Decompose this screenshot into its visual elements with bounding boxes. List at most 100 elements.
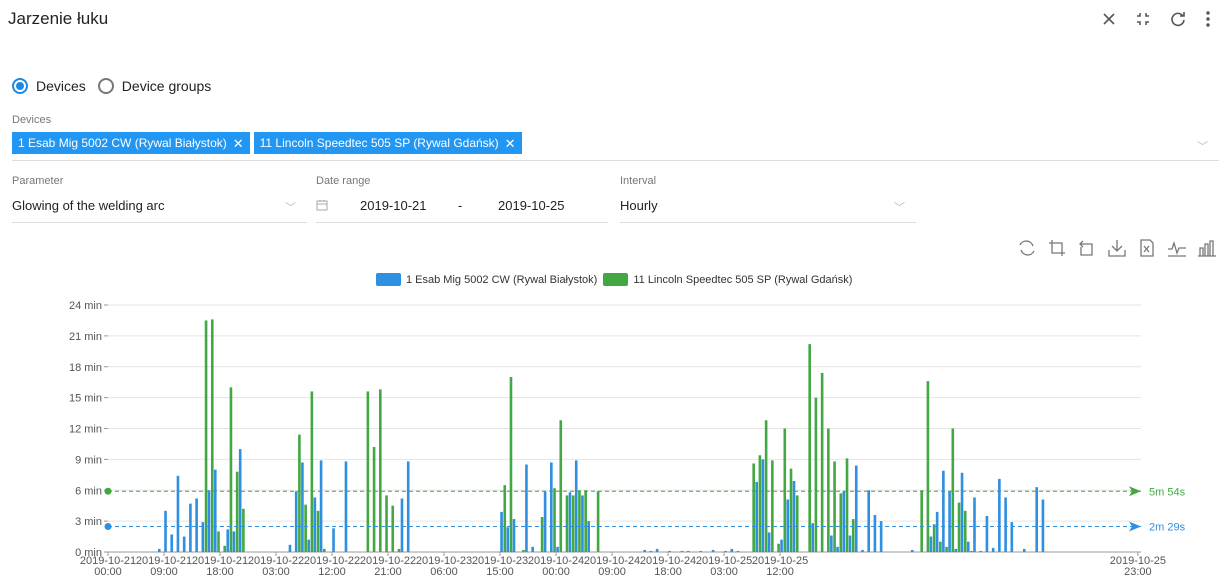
bar-series2[interactable] — [553, 488, 556, 552]
bar-series1[interactable] — [966, 541, 970, 552]
bar-series2[interactable] — [229, 387, 233, 552]
bar-series1[interactable] — [836, 546, 839, 552]
bar-series1[interactable] — [873, 514, 877, 552]
bar-series1[interactable] — [979, 550, 983, 552]
parameter-select[interactable]: Glowing of the welding arc — [12, 198, 164, 213]
bar-series2[interactable] — [596, 491, 600, 552]
bar-series2[interactable] — [963, 510, 967, 552]
bar-series1[interactable] — [512, 519, 516, 552]
collapse-icon[interactable] — [1135, 11, 1151, 27]
bar-series1[interactable] — [176, 475, 180, 552]
bar-series1[interactable] — [929, 536, 933, 552]
bar-series1[interactable] — [761, 459, 765, 552]
bar-series1[interactable] — [525, 464, 528, 552]
bar-series2[interactable] — [752, 463, 755, 552]
bar-series1[interactable] — [1041, 499, 1045, 552]
bar-series1[interactable] — [655, 548, 659, 552]
bar-series1[interactable] — [786, 499, 790, 552]
bar-series2[interactable] — [378, 389, 382, 552]
refresh-icon[interactable] — [1169, 10, 1187, 28]
bar-series2[interactable] — [571, 495, 575, 552]
bar-series1[interactable] — [985, 515, 989, 552]
bar-series2[interactable] — [584, 490, 587, 552]
bar-series2[interactable] — [783, 428, 787, 553]
more-vert-icon[interactable] — [1205, 10, 1211, 28]
bar-chart-icon[interactable] — [1197, 238, 1217, 258]
bar-series1[interactable] — [854, 465, 858, 552]
bar-series1[interactable] — [649, 550, 653, 552]
bar-series2[interactable] — [304, 504, 307, 552]
bar-series2[interactable] — [764, 420, 768, 552]
bar-series1[interactable] — [506, 527, 510, 552]
bar-series2[interactable] — [385, 495, 388, 552]
bar-series2[interactable] — [242, 508, 245, 552]
bar-series2[interactable] — [932, 524, 936, 552]
bar-series2[interactable] — [827, 428, 830, 553]
bar-series2[interactable] — [310, 391, 314, 552]
bar-series1[interactable] — [699, 550, 702, 552]
bar-series2[interactable] — [522, 549, 525, 552]
bar-series1[interactable] — [991, 547, 995, 552]
bar-series1[interactable] — [780, 539, 783, 552]
bar-series1[interactable] — [157, 548, 161, 552]
bar-series1[interactable] — [1022, 548, 1026, 552]
bar-series2[interactable] — [839, 493, 843, 552]
bar-series2[interactable] — [771, 460, 774, 552]
bar-series1[interactable] — [531, 546, 534, 552]
bar-series2[interactable] — [503, 485, 507, 552]
bar-series1[interactable] — [767, 532, 771, 552]
bar-series1[interactable] — [668, 550, 671, 552]
bar-series1[interactable] — [288, 544, 292, 552]
bar-series1[interactable] — [973, 497, 976, 552]
bar-series1[interactable] — [842, 491, 846, 552]
radio-devices[interactable] — [12, 78, 28, 94]
bar-series2[interactable] — [223, 545, 227, 552]
bar-series1[interactable] — [213, 469, 217, 552]
bar-series1[interactable] — [556, 546, 559, 552]
bar-series2[interactable] — [814, 397, 818, 552]
close-icon[interactable] — [1101, 11, 1117, 27]
bar-series1[interactable] — [942, 470, 945, 552]
devices-dropdown-icon[interactable]: ﹀ — [1197, 138, 1208, 154]
bar-series2[interactable] — [298, 434, 301, 552]
bar-series1[interactable] — [550, 462, 553, 552]
bar-series2[interactable] — [920, 490, 924, 552]
bar-series1[interactable] — [238, 449, 242, 552]
bar-series2[interactable] — [372, 447, 376, 552]
date-to-input[interactable]: 2019-10-25 — [498, 198, 565, 213]
bar-series1[interactable] — [568, 492, 572, 552]
bar-series1[interactable] — [867, 490, 871, 552]
radio-device-groups[interactable] — [97, 78, 114, 94]
bar-series1[interactable] — [307, 539, 310, 552]
bar-series2[interactable] — [945, 546, 948, 552]
bar-series2[interactable] — [795, 495, 799, 552]
date-from-input[interactable]: 2019-10-21 — [360, 198, 427, 213]
bar-series1[interactable] — [879, 521, 883, 552]
bar-series1[interactable] — [960, 472, 964, 552]
bar-series1[interactable] — [998, 478, 1001, 552]
bar-series2[interactable] — [217, 531, 220, 552]
bar-series1[interactable] — [830, 535, 833, 552]
bar-series1[interactable] — [301, 462, 304, 552]
bar-series1[interactable] — [935, 511, 939, 552]
bar-series2[interactable] — [939, 541, 942, 552]
bar-series2[interactable] — [565, 495, 569, 552]
bar-series1[interactable] — [226, 529, 230, 552]
bar-series2[interactable] — [845, 458, 849, 552]
bar-series1[interactable] — [400, 498, 404, 552]
interval-select[interactable]: Hourly — [620, 198, 658, 213]
download-icon[interactable] — [1107, 238, 1127, 258]
bar-series1[interactable] — [294, 491, 298, 552]
bar-series1[interactable] — [195, 498, 198, 552]
bar-series1[interactable] — [910, 549, 914, 552]
bar-series1[interactable] — [344, 461, 348, 552]
radio-device-groups-label[interactable]: Device groups — [122, 78, 212, 94]
bar-series1[interactable] — [730, 548, 734, 552]
zoom-back-icon[interactable] — [1077, 238, 1097, 258]
bar-series1[interactable] — [643, 549, 646, 552]
bar-series1[interactable] — [861, 549, 864, 552]
legend-item[interactable]: 11 Lincoln Speedtec 505 SP (Rywal Gdańsk… — [603, 273, 852, 286]
bar-series1[interactable] — [406, 461, 410, 552]
bar-series2[interactable] — [758, 455, 762, 552]
bar-series2[interactable] — [820, 372, 824, 552]
